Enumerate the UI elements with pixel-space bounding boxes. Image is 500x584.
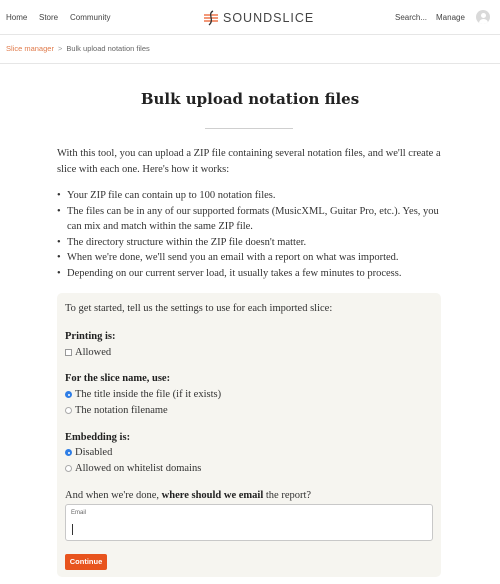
settings-intro: To get started, tell us the settings to … [65, 303, 333, 314]
printing-heading: Printing is: [65, 331, 116, 342]
slice-name-title-radio[interactable]: The title inside the file (if it exists) [65, 389, 221, 400]
breadcrumb: Slice manager > Bulk upload notation files [6, 44, 150, 53]
user-avatar[interactable] [476, 10, 490, 24]
brand-logo[interactable]: SOUNDSLICE [203, 9, 314, 27]
email-field-box[interactable]: Email [65, 504, 433, 541]
manage-link[interactable]: Manage [436, 13, 465, 22]
email-field[interactable] [70, 520, 425, 537]
settings-panel: To get started, tell us the settings to … [57, 293, 441, 577]
breadcrumb-separator: > [57, 44, 63, 53]
slice-name-title-label: The title inside the file (if it exists) [75, 389, 222, 400]
printing-allowed-checkbox[interactable]: Allowed [65, 347, 111, 358]
rule-item: The files can be in any of our supported… [57, 204, 447, 235]
embedding-whitelist-label: Allowed on whitelist domains [75, 463, 202, 474]
text-caret [72, 524, 73, 535]
slice-name-heading: For the slice name, use: [65, 373, 171, 384]
email-question-post: the report? [265, 490, 312, 501]
nav-home-link[interactable]: Home [6, 13, 27, 22]
title-divider [205, 128, 293, 129]
avatar-head-shape [480, 12, 486, 18]
nav-store-link[interactable]: Store [39, 13, 58, 22]
rule-item: Your ZIP file can contain up to 100 nota… [57, 188, 447, 204]
search-link[interactable]: Search... [395, 13, 427, 22]
email-question-bold: where should we email [161, 490, 264, 501]
radio-unselected[interactable] [65, 407, 72, 414]
soundslice-logo-icon [204, 10, 218, 26]
nav-community-link[interactable]: Community [70, 13, 110, 22]
top-nav: Home Store Community SOUNDSLICE Search..… [0, 0, 500, 35]
rule-item: The directory structure within the ZIP f… [57, 235, 447, 251]
email-question: And when we're done, where should we ema… [65, 490, 311, 501]
slice-name-filename-label: The notation filename [75, 405, 168, 416]
rule-item: When we're done, we'll send you an email… [57, 250, 447, 266]
continue-button[interactable]: Continue [65, 554, 107, 570]
printing-allowed-label: Allowed [75, 347, 112, 358]
email-question-pre: And when we're done, [65, 490, 160, 501]
embedding-whitelist-radio[interactable]: Allowed on whitelist domains [65, 463, 201, 474]
slice-name-filename-radio[interactable]: The notation filename [65, 405, 168, 416]
brand-name: SOUNDSLICE [223, 11, 315, 25]
embedding-disabled-radio[interactable]: Disabled [65, 447, 112, 458]
rules-list: Your ZIP file can contain up to 100 nota… [57, 188, 447, 282]
email-field-label: Email [71, 510, 87, 516]
breadcrumb-divider [0, 63, 500, 64]
breadcrumb-current: Bulk upload notation files [66, 44, 150, 53]
embedding-disabled-label: Disabled [75, 447, 113, 458]
radio-selected[interactable] [65, 391, 72, 398]
radio-unselected[interactable] [65, 465, 72, 472]
breadcrumb-slice-manager-link[interactable]: Slice manager [6, 44, 54, 53]
avatar-body-shape [478, 18, 488, 24]
radio-selected[interactable] [65, 449, 72, 456]
embedding-heading: Embedding is: [65, 432, 131, 443]
page-title: Bulk upload notation files [140, 90, 360, 108]
rule-item: Depending on our current server load, it… [57, 266, 447, 282]
intro-text: With this tool, you can upload a ZIP fil… [57, 148, 441, 175]
checkbox-box[interactable] [65, 349, 72, 356]
